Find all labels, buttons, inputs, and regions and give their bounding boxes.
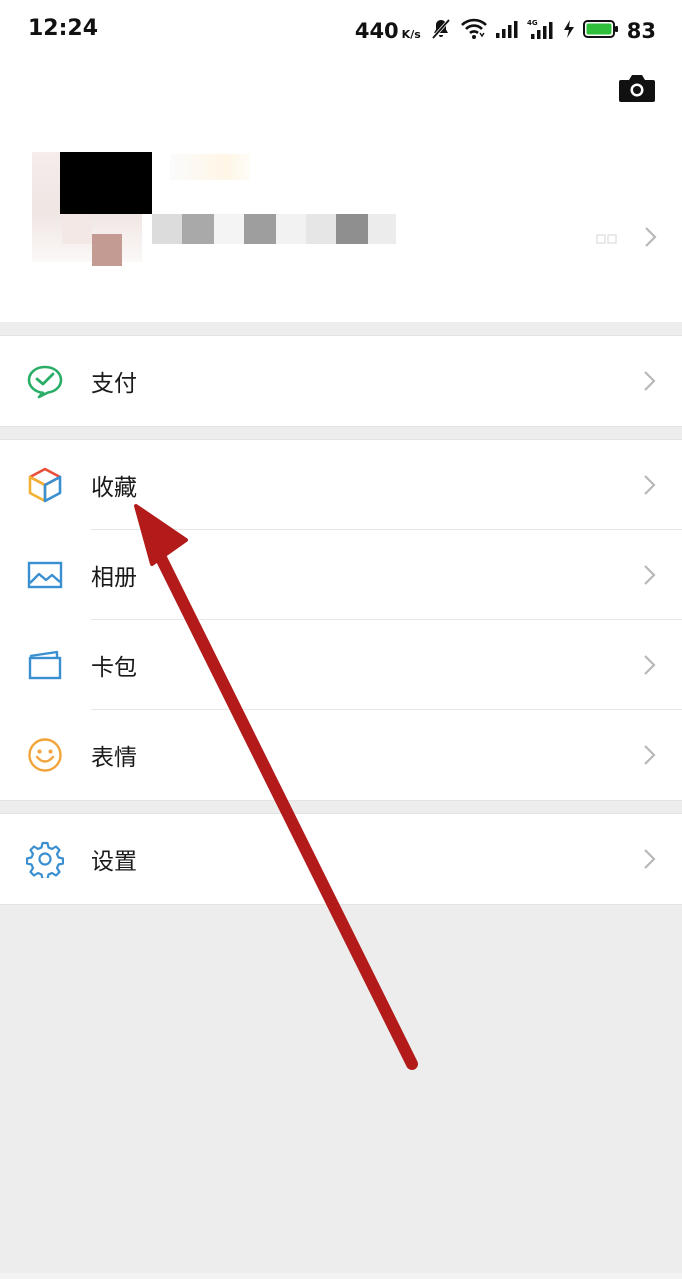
menu-item-label: 表情 [91, 745, 137, 771]
gear-icon [25, 840, 65, 881]
signal-4g-icon: 4G [527, 18, 555, 44]
menu-item-label: 设置 [91, 849, 137, 875]
camera-button[interactable] [617, 70, 657, 106]
chevron-right-icon [643, 848, 657, 870]
svg-text:4G: 4G [527, 19, 538, 27]
menu-item-pay[interactable]: 支付 [0, 336, 682, 426]
avatar[interactable] [32, 152, 152, 266]
avatar-blur-patch [92, 234, 122, 266]
profile-card[interactable] [0, 130, 682, 290]
chevron-right-icon [643, 564, 657, 586]
chevron-right-icon [643, 654, 657, 676]
sticker-smile-icon [26, 736, 64, 774]
status-time: 12:24 [28, 16, 99, 41]
card-wallet-icon [26, 646, 64, 684]
status-bar: 12:24 440 K/s 4G 83 [0, 0, 682, 62]
chevron-right-icon [643, 226, 659, 248]
mute-icon [429, 17, 453, 45]
network-speed-unit: K/s [401, 28, 421, 41]
avatar-blur-patch [62, 214, 92, 244]
menu-group-pay: 支付 [0, 335, 682, 427]
battery-icon [582, 19, 619, 43]
charging-icon [563, 19, 575, 43]
wechat-pay-icon [26, 362, 64, 400]
network-speed: 440 K/s [355, 19, 421, 43]
menu-item-label: 卡包 [91, 655, 137, 681]
menu-item-label: 支付 [91, 371, 137, 397]
menu-item-favorites[interactable]: 收藏 [0, 440, 682, 530]
status-right-cluster: 440 K/s 4G 83 [355, 14, 656, 48]
menu-item-settings[interactable]: 设置 [0, 814, 682, 904]
menu-item-label: 收藏 [91, 475, 137, 501]
nickname-blurred [170, 154, 250, 180]
bottom-edge [0, 1273, 682, 1279]
menu-item-card-wallet[interactable]: 卡包 [0, 620, 682, 710]
camera-icon [619, 75, 655, 102]
wechat-id-blurred [152, 214, 428, 244]
battery-percent: 83 [626, 19, 656, 43]
menu-group-main: 收藏 相册 卡包 表情 [0, 439, 682, 801]
chevron-right-icon [643, 474, 657, 496]
wifi-icon [460, 18, 487, 44]
redaction-block [60, 152, 152, 214]
qr-code-icon [596, 234, 618, 248]
network-speed-value: 440 [354, 19, 399, 43]
menu-item-stickers[interactable]: 表情 [0, 710, 682, 800]
menu-item-label: 相册 [91, 565, 137, 591]
menu-item-album[interactable]: 相册 [0, 530, 682, 620]
album-icon [26, 556, 64, 594]
menu-group-settings: 设置 [0, 813, 682, 905]
chevron-right-icon [643, 370, 657, 392]
favorites-cube-icon [26, 466, 64, 504]
chevron-right-icon [643, 744, 657, 766]
signal-icon [495, 19, 519, 43]
